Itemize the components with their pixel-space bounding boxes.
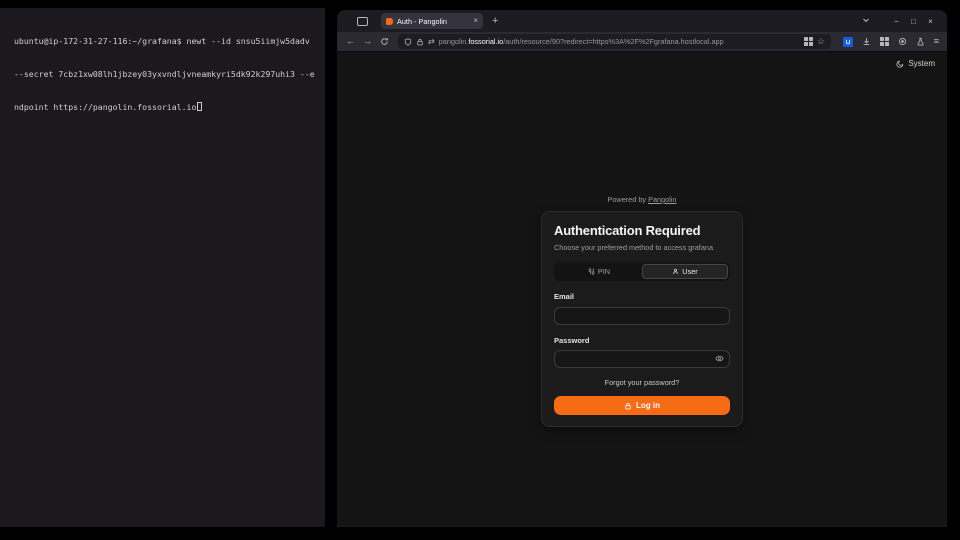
flask-icon[interactable] [916,37,925,46]
login-lock-icon [624,402,632,410]
url-domain: fossorial.io [468,37,503,46]
user-icon [672,268,679,275]
terminal-line-text: ndpoint https://pangolin.fossorial.io [14,102,196,112]
extensions-grid-icon[interactable] [880,37,889,46]
tab-auth-pangolin[interactable]: Auth - Pangolin × [381,13,483,29]
tab-close-icon[interactable]: × [473,17,478,25]
terminal-line: ubuntu@ip-172-31-27-116:~/grafana$ newt … [14,36,319,47]
password-field-wrap [554,349,730,369]
binary-pin-icon [588,268,595,275]
reload-icon[interactable] [377,37,392,46]
theme-toggle[interactable]: System [896,59,935,68]
powered-by: Powered by Pangolin [541,195,743,204]
firefox-view-icon[interactable] [357,17,368,26]
url-text[interactable]: pangolin.fossorial.io/auth/resource/90?r… [439,37,800,46]
terminal-line: --secret 7cbz1xw08lh1jbzey03yxvndljvneam… [14,69,319,80]
bookmark-star-icon[interactable]: ☆ [817,37,825,46]
record-circle-icon[interactable] [898,37,907,46]
auth-page: System Powered by Pangolin Authenticatio… [337,52,947,526]
password-field[interactable] [554,350,730,368]
minimize-button[interactable]: − [888,17,905,26]
powered-by-text: Powered by [608,195,647,204]
toolbar-extensions: ≡ [839,37,939,47]
card-subtitle: Choose your preferred method to access g… [554,243,730,252]
url-subdomain: pangolin. [439,37,469,46]
url-path: /auth/resource/90?redirect=https%3A%2F%2… [503,37,723,46]
tab-user[interactable]: User [642,264,728,279]
terminal-cursor [197,102,202,111]
card-title: Authentication Required [554,223,730,238]
lock-icon [416,38,424,46]
pangolin-favicon-icon [386,18,393,25]
auth-method-tabs: PIN User [554,262,730,281]
email-field[interactable] [554,307,730,325]
new-tab-button[interactable]: + [492,16,498,27]
theme-toggle-label: System [908,59,935,68]
page-actions-grid-icon[interactable] [804,37,813,46]
tab-list-chevron-down-icon[interactable] [857,16,874,26]
auth-card: Authentication Required Choose your pref… [541,211,743,427]
back-icon[interactable]: ← [343,37,358,46]
browser-tab-bar: Auth - Pangolin × + − □ × [337,10,947,32]
forward-icon[interactable]: → [360,37,375,46]
maximize-button[interactable]: □ [905,17,922,26]
email-label: Email [554,292,730,301]
address-bar[interactable]: ⇄ pangolin.fossorial.io/auth/resource/90… [398,34,831,49]
terminal-window[interactable]: ubuntu@ip-172-31-27-116:~/grafana$ newt … [0,8,325,527]
auth-column: Powered by Pangolin Authentication Requi… [541,195,743,427]
menu-hamburger-icon[interactable]: ≡ [934,37,939,46]
moon-icon [896,60,904,68]
window-controls: − □ × [857,16,939,26]
forgot-password-link[interactable]: Forgot your password? [554,378,730,387]
password-label: Password [554,336,730,345]
shield-icon [404,38,412,46]
email-field-wrap [554,305,730,325]
browser-window: Auth - Pangolin × + − □ × ← → [337,10,947,527]
permissions-swap-icon[interactable]: ⇄ [428,38,435,46]
login-button[interactable]: Log in [554,396,730,415]
tab-title: Auth - Pangolin [397,17,469,26]
show-password-eye-icon[interactable] [715,354,724,363]
password-manager-extension-icon[interactable] [843,37,853,47]
tab-pin-label: PIN [598,267,610,276]
login-button-label: Log in [636,401,660,410]
terminal-line: ndpoint https://pangolin.fossorial.io [14,102,319,113]
tab-user-label: User [682,267,697,276]
pangolin-link[interactable]: Pangolin [648,195,676,204]
desktop: ubuntu@ip-172-31-27-116:~/grafana$ newt … [0,0,960,540]
tab-pin[interactable]: PIN [556,264,642,279]
browser-toolbar: ← → ⇄ pangolin.fossorial.io/auth/resourc… [337,32,947,52]
close-window-button[interactable]: × [922,17,939,26]
downloads-icon[interactable] [862,37,871,46]
